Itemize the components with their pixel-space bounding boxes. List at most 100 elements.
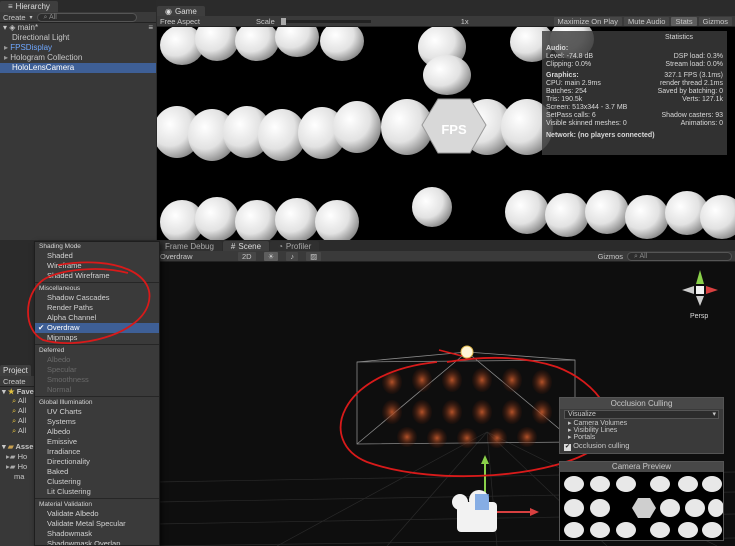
menu-item[interactable]: Albedo (35, 427, 159, 437)
scene-search-input[interactable]: ⌕ All (627, 251, 732, 261)
hierarchy-item-fpsdisplay[interactable]: ▸ FPSDisplay (0, 43, 156, 53)
menu-item[interactable]: Lit Clustering (35, 487, 159, 497)
lighting-toggle-icon[interactable]: ☀ (263, 251, 279, 261)
menu-item[interactable]: ✔ Overdraw (35, 323, 159, 333)
expand-arrow-icon: ▾ (2, 442, 6, 451)
search-placeholder: All (49, 13, 57, 21)
tab-hierarchy[interactable]: ≡ Hierarchy (0, 1, 58, 12)
menu-item[interactable]: Clustering (35, 477, 159, 487)
sphere-cluster-top-left (160, 27, 364, 65)
stats-row: Clipping: 0.0% Stream load: 0.0% (546, 61, 723, 68)
menu-item[interactable]: Shadowmask (35, 529, 159, 539)
hierarchy-item-hololenscamera[interactable]: HoloLensCamera (0, 63, 156, 73)
occlusion-option[interactable]: ▸ Visibility Lines (560, 427, 723, 434)
search-placeholder: All (639, 252, 648, 260)
menu-item-label: Validate Albedo (47, 509, 99, 518)
hierarchy-item-hologram-collection[interactable]: ▸ Hologram Collection (0, 53, 156, 63)
favorite-item[interactable]: ⌕ All (0, 406, 34, 416)
scene-orientation-gizmo[interactable]: Persp (680, 268, 730, 323)
favorite-item[interactable]: ⌕ All (0, 416, 34, 426)
menu-icon[interactable]: ≡ (148, 23, 153, 33)
menu-item[interactable]: Baked (35, 467, 159, 477)
effects-toggle-icon[interactable]: ▨ (306, 251, 322, 261)
audio-toggle-icon[interactable]: ♪ (286, 251, 299, 261)
folder-icon: ▰ (7, 442, 14, 451)
menu-item-label: Render Paths (47, 303, 93, 312)
menu-item[interactable]: Alpha Channel (35, 313, 159, 323)
search-icon: ⌕ (12, 426, 17, 435)
menu-item[interactable]: Shaded (35, 251, 159, 261)
hierarchy-tabbar: ≡ Hierarchy (0, 0, 156, 12)
orientation-axes-icon (682, 270, 718, 306)
visualize-dropdown-label: Visualize (568, 411, 596, 418)
hierarchy-item-directional-light[interactable]: Directional Light (0, 33, 156, 43)
menu-item[interactable]: Irradiance (35, 447, 159, 457)
favorite-item[interactable]: ⌕ All (0, 396, 34, 406)
menu-item-label: Albedo (47, 427, 71, 436)
gizmos-dropdown[interactable]: Gizmos (698, 16, 732, 26)
folder-icon: ▸▰ (6, 462, 16, 471)
occlusion-culling-title: Occlusion Culling (560, 398, 723, 409)
assets-header[interactable]: ▾ ▰ Asse (0, 442, 34, 452)
light-gizmo-icon[interactable] (460, 345, 474, 359)
project-create-dropdown[interactable]: Create (3, 377, 26, 386)
stats-row: Screen: 513x344 - 3.7 MB (546, 104, 628, 111)
projection-label[interactable]: Persp (690, 313, 730, 320)
menu-item[interactable]: Validate Albedo (35, 509, 159, 519)
create-dropdown[interactable]: Create (3, 13, 26, 22)
menu-item-label: Shadowmask Overlap (47, 539, 121, 546)
menu-item[interactable]: Render Paths (35, 303, 159, 313)
hierarchy-search-input[interactable]: ⌕ All (36, 12, 137, 22)
asset-folder-item[interactable]: ▸▰ Ho (0, 452, 34, 462)
menu-item[interactable]: Emissive (35, 437, 159, 447)
menu-item[interactable]: Mipmaps (35, 333, 159, 343)
menu-item[interactable]: Directionality (35, 457, 159, 467)
statistics-overlay: Statistics Audio: Level: -74.8 dB DSP loa… (542, 31, 727, 155)
menu-item[interactable]: Systems (35, 417, 159, 427)
camera-preview-render (560, 472, 723, 540)
menu-item[interactable]: Wireframe (35, 261, 159, 271)
scene-root[interactable]: ▾ ◈ main* ≡ (0, 23, 156, 33)
hierarchy-toolbar: Create ▾ ⌕ All (0, 12, 156, 23)
menu-item-label: Shadowmask (47, 529, 93, 538)
mute-audio-button[interactable]: Mute Audio (623, 16, 670, 26)
menu-section-header: Miscellaneous (39, 285, 81, 292)
expand-arrow-icon: ▾ (2, 387, 6, 396)
stats-row: Tris: 190.5k Verts: 127.1k (546, 96, 723, 103)
menu-item[interactable]: UV Charts (35, 407, 159, 417)
menu-item-label: Specular (47, 365, 77, 374)
asset-folder-item[interactable]: ▸▰ Ho (0, 462, 34, 472)
aspect-dropdown[interactable]: Free Aspect (160, 17, 250, 26)
tab-hierarchy-label: Hierarchy (15, 2, 50, 11)
favorite-item[interactable]: ⌕ All (0, 426, 34, 436)
2d-toggle[interactable]: 2D (238, 251, 256, 261)
occlusion-option[interactable]: ▸ Camera Volumes (560, 420, 723, 427)
search-icon: ⌕ (12, 406, 17, 415)
menu-item-label: Irradiance (47, 447, 81, 456)
menu-item[interactable]: Validate Metal Specular (35, 519, 159, 529)
search-icon: ⌕ (12, 416, 17, 425)
menu-item[interactable]: Shaded Wireframe (35, 271, 159, 281)
stats-row: SetPass calls: 6 Shadow casters: 93 (546, 112, 723, 119)
occlusion-option[interactable]: ▸ Portals (560, 434, 723, 441)
hierarchy-item-label: FPSDisplay (10, 43, 53, 52)
scale-slider[interactable] (280, 17, 371, 25)
menu-item[interactable]: Shadowmask Overlap (35, 539, 159, 546)
visualize-dropdown[interactable]: Visualize ▾ (564, 410, 719, 419)
scale-slider-thumb[interactable] (280, 17, 286, 25)
draw-mode-dropdown[interactable]: Overdraw (160, 252, 230, 261)
scene-name: main* (17, 23, 39, 32)
occlusion-culling-checkbox[interactable]: ✔ Occlusion culling (560, 441, 723, 451)
stats-button[interactable]: Stats (671, 16, 697, 26)
asset-folder-item[interactable]: ma (0, 472, 34, 482)
expand-arrow-icon: ▾ (3, 23, 8, 32)
maximize-on-play-button[interactable]: Maximize On Play (553, 16, 622, 26)
menu-item-label: Shaded Wireframe (47, 271, 110, 280)
tab-project[interactable]: Project (0, 365, 31, 376)
favorites-header[interactable]: ▾ ★ Fave (0, 387, 34, 396)
menu-item-label: Validate Metal Specular (47, 519, 126, 528)
chevron-down-icon: ▾ (712, 411, 716, 418)
menu-item[interactable]: Shadow Cascades (35, 293, 159, 303)
draw-mode-menu: Shading Mode Shaded Wireframe Shaded Wirefr… (34, 241, 160, 546)
scene-gizmos-dropdown[interactable]: Gizmos (598, 252, 623, 261)
